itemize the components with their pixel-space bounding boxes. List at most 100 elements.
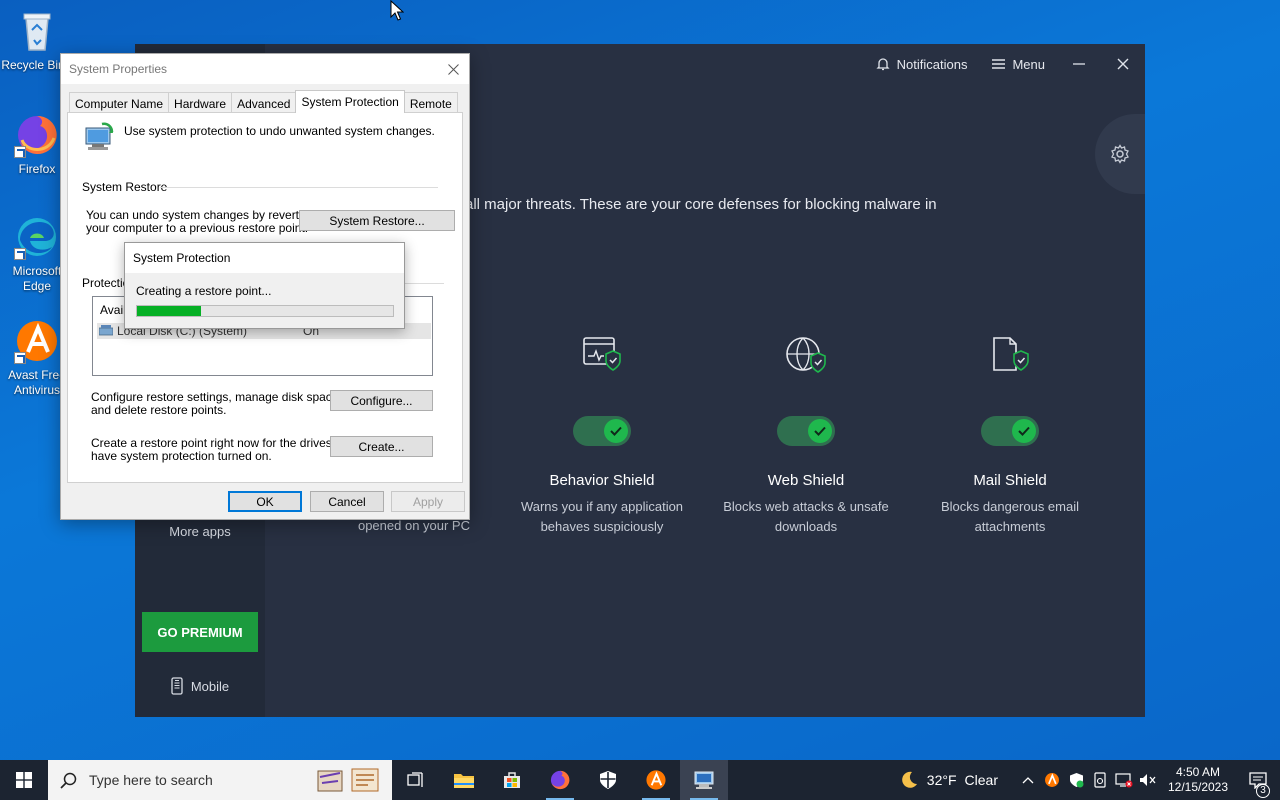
system-restore-button[interactable]: System Restore... <box>299 210 455 231</box>
create-button[interactable]: Create... <box>330 436 433 457</box>
taskbar-system-properties[interactable] <box>680 760 728 800</box>
notification-count-badge: 3 <box>1256 784 1270 798</box>
tray-device[interactable] <box>1088 772 1112 788</box>
tab-strip: Computer Name Hardware Advanced System P… <box>69 90 458 113</box>
task-view-icon <box>407 772 423 787</box>
close-button[interactable] <box>443 59 463 79</box>
restore-text-line-2: your computer to a previous restore poin… <box>86 221 309 235</box>
go-premium-button[interactable]: GO PREMIUM <box>142 612 258 652</box>
tray-network[interactable] <box>1112 772 1136 788</box>
shield-description: Blocks dangerous email attachments <box>940 499 1080 534</box>
tray-avast[interactable] <box>1040 772 1064 788</box>
shield-title: Web Shield <box>767 472 845 489</box>
behavior-shield-toggle[interactable] <box>573 416 631 446</box>
action-center-button[interactable]: 3 <box>1236 771 1280 798</box>
clock-time: 4:50 AM <box>1175 765 1221 779</box>
tab-advanced[interactable]: Advanced <box>231 92 297 113</box>
store-icon <box>504 772 520 788</box>
restore-point-progress-dialog: System Protection Creating a restore poi… <box>124 242 405 329</box>
avast-icon <box>14 318 60 364</box>
notifications-label: Notifications <box>896 56 968 72</box>
start-button[interactable] <box>0 760 48 800</box>
mouse-cursor-icon <box>390 0 404 21</box>
recycle-bin-icon <box>14 8 60 54</box>
chevron-up-icon <box>1022 777 1034 784</box>
close-icon <box>447 63 459 75</box>
windows-security-icon <box>600 771 616 789</box>
tab-system-protection[interactable]: System Protection <box>295 90 405 113</box>
progress-bar-fill <box>137 306 201 316</box>
search-icon <box>60 772 77 789</box>
cancel-button[interactable]: Cancel <box>310 491 384 512</box>
edge-icon <box>14 214 60 260</box>
minimize-button[interactable] <box>1069 58 1089 70</box>
system-properties-icon <box>694 771 714 789</box>
tab-computer-name[interactable]: Computer Name <box>69 92 170 113</box>
progress-message: Creating a restore point... <box>136 284 272 298</box>
taskbar-file-explorer[interactable] <box>440 760 488 800</box>
menu-label: Menu <box>1012 56 1045 72</box>
phone-icon <box>171 677 183 695</box>
weather-widget[interactable]: 32°F Clear <box>899 770 998 790</box>
check-icon <box>1012 419 1036 443</box>
page-description: all major threats. These are your core d… <box>465 196 937 213</box>
network-icon <box>1115 773 1133 788</box>
shield-description: Blocks web attacks & unsafe downloads <box>723 499 889 534</box>
mail-shield-card: Mail Shield Blocks dangerous email attac… <box>915 334 1105 537</box>
clock-date: 12/15/2023 <box>1167 780 1229 794</box>
tab-hardware[interactable]: Hardware <box>168 92 233 113</box>
check-icon <box>604 419 628 443</box>
taskbar-avast[interactable] <box>632 760 680 800</box>
web-shield-card: Web Shield Blocks web attacks & unsafe d… <box>711 334 901 537</box>
taskbar-firefox[interactable] <box>536 760 584 800</box>
firefox-icon <box>14 112 60 158</box>
configure-button[interactable]: Configure... <box>330 390 433 411</box>
avast-topbar: Notifications Menu <box>875 44 1145 84</box>
dialog-titlebar: System Properties <box>61 54 469 84</box>
weather-condition: Clear <box>964 772 998 788</box>
weather-temp: 32°F <box>926 772 957 788</box>
volume-muted-icon <box>1140 774 1156 786</box>
taskbar: Type here to search 32°F Clear 4:50 AM 1… <box>0 760 1280 800</box>
ok-button[interactable]: OK <box>228 491 302 512</box>
behavior-shield-icon <box>507 334 697 378</box>
notifications-button[interactable]: Notifications <box>875 56 968 72</box>
system-protection-icon <box>82 122 116 157</box>
web-shield-icon <box>711 334 901 378</box>
search-highlight-icon <box>317 768 379 792</box>
mail-shield-icon <box>915 334 1105 378</box>
shield-title: Mail Shield <box>973 472 1047 489</box>
device-icon <box>1094 772 1106 788</box>
behavior-shield-card: Behavior Shield Warns you if any applica… <box>507 334 697 537</box>
drive-icon <box>99 325 113 336</box>
mobile-label: Mobile <box>190 678 230 694</box>
more-apps-link[interactable]: More apps <box>135 524 265 539</box>
taskbar-store[interactable] <box>488 760 536 800</box>
check-icon <box>808 419 832 443</box>
windows-logo-icon <box>16 772 32 788</box>
web-shield-toggle[interactable] <box>777 416 835 446</box>
progress-bar <box>136 305 394 317</box>
desktop-icon-label: Microsoft Edge <box>12 264 62 293</box>
tray-security[interactable] <box>1064 772 1088 788</box>
tray-volume[interactable] <box>1136 772 1160 788</box>
settings-button[interactable] <box>1095 114 1145 194</box>
minimize-icon <box>1073 63 1085 65</box>
hamburger-icon <box>992 59 1006 69</box>
clock[interactable]: 4:50 AM 12/15/2023 <box>1160 765 1236 795</box>
configure-text-line-2: and delete restore points. <box>91 403 227 417</box>
desktop-icon-label: Recycle Bin <box>1 58 65 72</box>
tab-remote[interactable]: Remote <box>403 92 458 113</box>
security-tray-icon <box>1069 773 1083 788</box>
dialog-title: System Properties <box>69 62 168 76</box>
shortcut-arrow-icon <box>14 248 26 260</box>
show-hidden-icons-button[interactable] <box>1016 776 1040 784</box>
task-view-button[interactable] <box>392 760 440 800</box>
mail-shield-toggle[interactable] <box>981 416 1039 446</box>
apply-button[interactable]: Apply <box>391 491 465 512</box>
mobile-link[interactable]: Mobile <box>135 677 265 695</box>
menu-button[interactable]: Menu <box>991 57 1045 72</box>
taskbar-security[interactable] <box>584 760 632 800</box>
close-button[interactable] <box>1113 58 1133 70</box>
taskbar-search-box[interactable]: Type here to search <box>48 760 392 800</box>
